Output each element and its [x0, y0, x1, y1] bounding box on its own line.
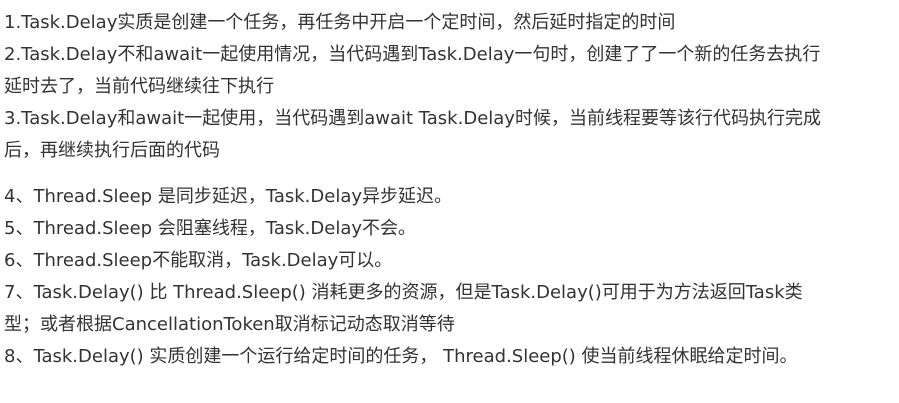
- text-line: 1.Task.Delay实质是创建一个任务，再任务中开启一个定时间，然后延时指定…: [4, 12, 676, 33]
- text-line: 4、Thread.Sleep 是同步延迟，Task.Delay异步延迟。: [4, 186, 453, 207]
- paragraph-task-delay-notes: 1.Task.Delay实质是创建一个任务，再任务中开启一个定时间，然后延时指定…: [4, 7, 895, 167]
- text-line: 3.Task.Delay和await一起使用，当代码遇到await Task.D…: [4, 108, 821, 129]
- text-line: 7、Task.Delay() 比 Thread.Sleep() 消耗更多的资源，…: [4, 282, 803, 303]
- text-line: 5、Thread.Sleep 会阻塞线程，Task.Delay不会。: [4, 218, 417, 239]
- text-line: 后，再继续执行后面的代码: [4, 140, 220, 161]
- text-line: 8、Task.Delay() 实质创建一个运行给定时间的任务， Thread.S…: [4, 346, 798, 367]
- document-body: 1.Task.Delay实质是创建一个任务，再任务中开启一个定时间，然后延时指定…: [4, 7, 895, 373]
- text-line: 延时去了，当前代码继续往下执行: [4, 76, 274, 97]
- text-line: 型；或者根据CancellationToken取消标记动态取消等待: [4, 314, 455, 335]
- text-line: 2.Task.Delay不和await一起使用情况，当代码遇到Task.Dela…: [4, 44, 821, 65]
- paragraph-sleep-vs-delay: 4、Thread.Sleep 是同步延迟，Task.Delay异步延迟。 5、T…: [4, 181, 895, 373]
- text-line: 6、Thread.Sleep不能取消，Task.Delay可以。: [4, 250, 393, 271]
